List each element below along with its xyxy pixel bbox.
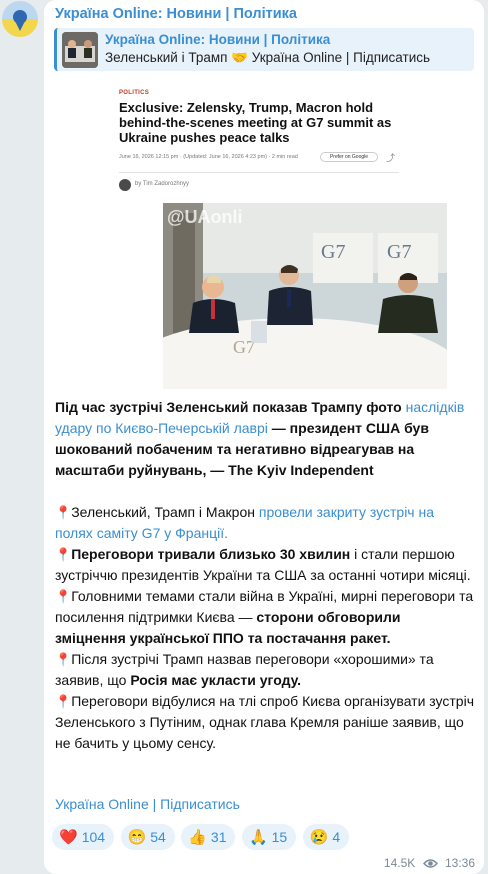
cry-icon: 😢 — [309, 829, 329, 846]
subscribe-link[interactable]: Україна Online | Підписатись — [55, 796, 240, 812]
reaction-count: 54 — [150, 829, 166, 845]
paragraph-2: 📍Зеленський, Трамп і Макрон провели закр… — [55, 502, 475, 544]
message-bubble: Україна Online: Новини | Політика Україн… — [44, 0, 484, 874]
forward-text: Зеленський і Трамп 🤝 Україна Online | Пі… — [105, 50, 431, 65]
reaction-count: 4 — [332, 829, 341, 845]
paragraph-6: 📍Переговори відбулися на тлі спроб Києва… — [55, 691, 475, 754]
forward-thumbnail — [62, 32, 98, 68]
message-text: Під час зустрічі Зеленський показав Трам… — [55, 397, 475, 754]
google-preference-badge: Prefer on Google — [320, 152, 378, 162]
p1-intro: Під час зустрічі Зеленський показав Трам… — [55, 399, 406, 415]
reactions-bar: ❤️ 104 😁 54 👍 31 🙏 15 😢 4 — [52, 824, 351, 852]
share-icon: ⤴ — [386, 153, 396, 163]
reaction-count: 15 — [271, 829, 288, 845]
pray-icon: 🙏 — [248, 829, 268, 846]
reaction-count: 104 — [81, 829, 106, 845]
p2-text: Зеленський, Трамп і Макрон — [71, 504, 259, 520]
article-headline: Exclusive: Zelensky, Trump, Macron hold … — [119, 100, 392, 145]
paragraph-1: Під час зустрічі Зеленський показав Трам… — [55, 397, 475, 481]
channel-name[interactable]: Україна Online: Новини | Політика — [55, 6, 297, 22]
photo-watermark: @UAonli — [167, 207, 243, 227]
pin-icon: 📍 — [55, 589, 72, 604]
paragraph-4: 📍Головними темами стали війна в Україні,… — [55, 586, 475, 649]
article-divider — [119, 172, 399, 173]
forward-title: Україна Online: Новини | Політика — [105, 32, 331, 47]
reaction-cry[interactable]: 😢 4 — [302, 824, 350, 850]
reaction-thumbs-up[interactable]: 👍 31 — [181, 824, 236, 850]
grin-icon: 😁 — [127, 829, 147, 846]
pin-icon: 📍 — [55, 652, 72, 667]
article-section: POLITICS — [119, 90, 150, 96]
message-time: 13:36 — [444, 856, 475, 870]
forwarded-reply[interactable]: Україна Online: Новини | Політика Зеленс… — [54, 28, 474, 71]
p6-text: Переговори відбулися на тлі спроб Києва … — [55, 693, 475, 751]
article-screenshot[interactable]: POLITICS Exclusive: Zelensky, Trump, Mac… — [110, 84, 447, 389]
summit-photo: G7 G7 G7 @UAonli — [163, 203, 447, 389]
thumbs-up-icon: 👍 — [188, 829, 207, 846]
eye-icon — [422, 859, 438, 868]
reaction-pray[interactable]: 🙏 15 — [241, 824, 297, 850]
author-avatar — [119, 179, 131, 191]
reaction-heart[interactable]: ❤️ 104 — [52, 824, 115, 850]
reaction-count: 31 — [210, 829, 227, 845]
pin-icon: 📍 — [55, 694, 72, 709]
channel-avatar[interactable] — [2, 1, 38, 37]
paragraph-5: 📍Після зустрічі Трамп назвав переговори … — [55, 649, 475, 691]
p3-bold-text: Переговори тривали близько 30 хвилин — [71, 546, 351, 562]
heart-icon: ❤️ — [59, 829, 78, 846]
g7-sign-right: G7 — [387, 241, 411, 263]
p5-bold-text: Росія має укласти угоду. — [130, 672, 302, 688]
article-author: by Tim Zadorozhnyy — [135, 181, 190, 187]
pin-icon: 📍 — [55, 547, 72, 562]
pin-icon: 📍 — [55, 505, 72, 520]
reaction-grin[interactable]: 😁 54 — [120, 824, 175, 850]
message-meta: 14.5K 13:36 — [384, 856, 475, 870]
paragraph-3: 📍Переговори тривали близько 30 хвилин і … — [55, 544, 475, 586]
view-count: 14.5K — [383, 856, 416, 870]
article-meta: June 16, 2026 12:15 pm · (Updated: June … — [119, 154, 298, 160]
g7-sign-left: G7 — [321, 241, 345, 263]
